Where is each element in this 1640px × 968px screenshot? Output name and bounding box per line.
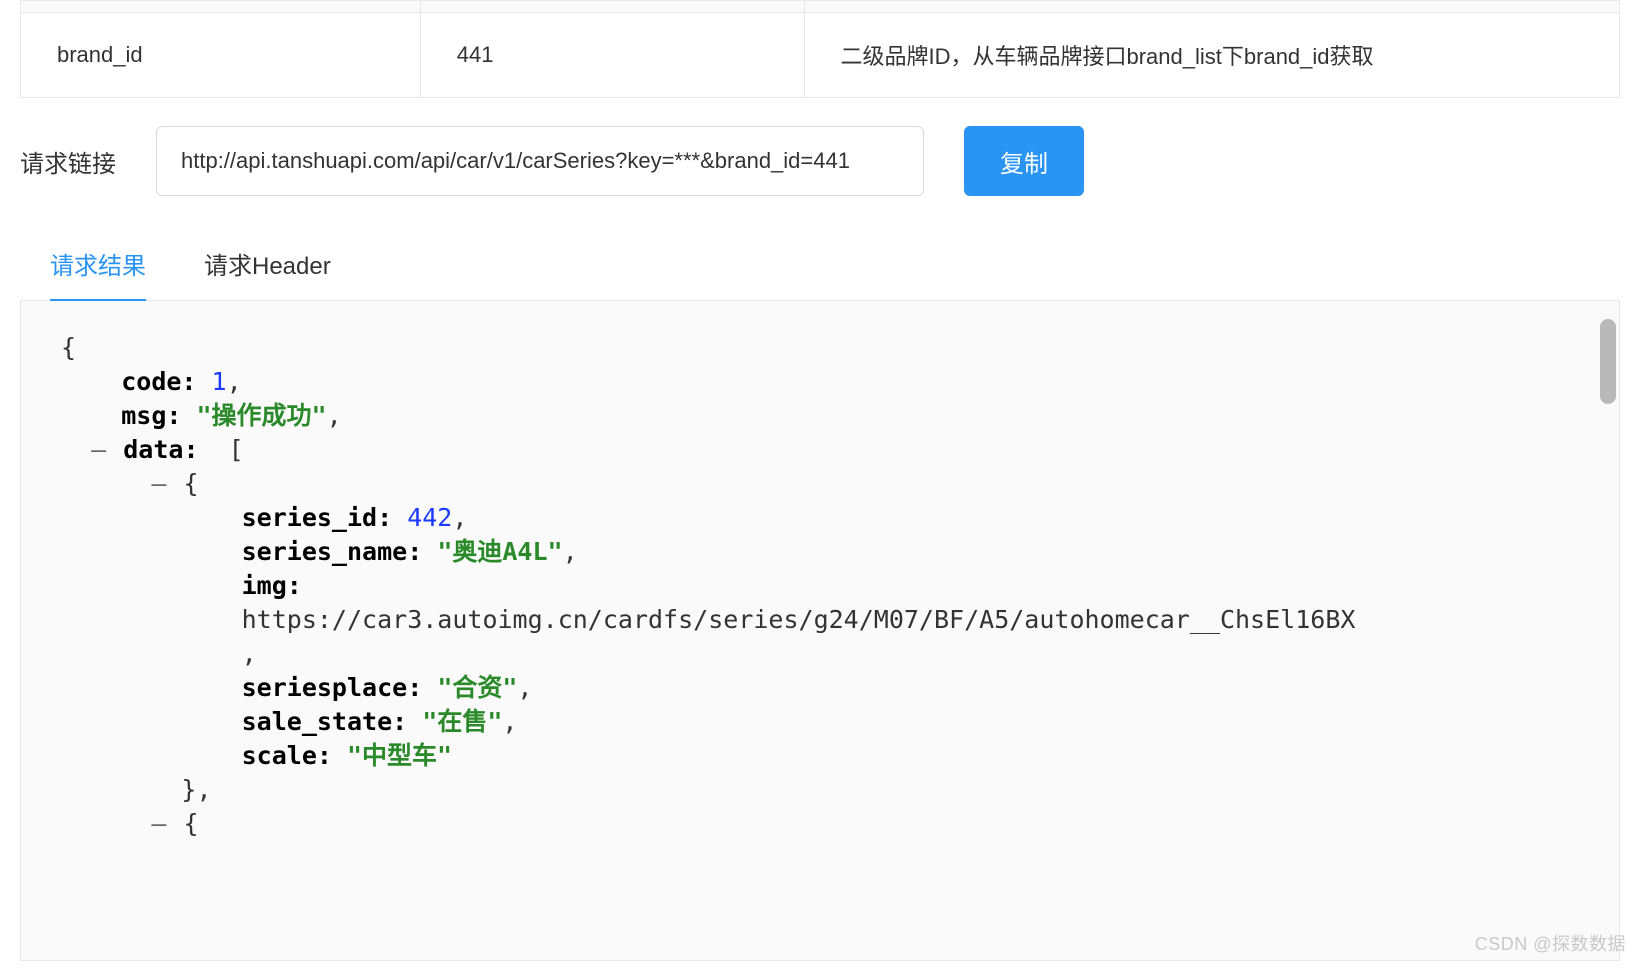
collapse-toggle-icon[interactable]: – bbox=[151, 809, 166, 838]
json-content: { code: 1, msg: "操作成功", – data: [ – { se… bbox=[61, 331, 1579, 841]
params-table: brand_id 441 二级品牌ID，从车辆品牌接口brand_list下br… bbox=[20, 0, 1620, 98]
param-value-cell: 441 bbox=[420, 13, 804, 98]
param-name-cell: brand_id bbox=[21, 13, 421, 98]
table-row: brand_id 441 二级品牌ID，从车辆品牌接口brand_list下br… bbox=[21, 13, 1620, 98]
param-desc-cell: 二级品牌ID，从车辆品牌接口brand_list下brand_id获取 bbox=[804, 13, 1620, 98]
scrollbar-thumb[interactable] bbox=[1600, 319, 1616, 404]
request-url-row: 请求链接 复制 bbox=[20, 126, 1620, 196]
collapse-toggle-icon[interactable]: – bbox=[151, 469, 166, 498]
tab-header[interactable]: 请求Header bbox=[204, 246, 331, 302]
watermark-text: CSDN @探数数据 bbox=[1475, 930, 1626, 956]
request-url-label: 请求链接 bbox=[20, 144, 116, 179]
copy-button[interactable]: 复制 bbox=[964, 126, 1084, 196]
json-response-viewer[interactable]: { code: 1, msg: "操作成功", – data: [ – { se… bbox=[20, 301, 1620, 961]
request-url-input[interactable] bbox=[156, 126, 924, 196]
tab-result[interactable]: 请求结果 bbox=[50, 246, 146, 302]
collapse-toggle-icon[interactable]: – bbox=[91, 435, 106, 464]
result-tabs: 请求结果 请求Header bbox=[20, 246, 1620, 301]
